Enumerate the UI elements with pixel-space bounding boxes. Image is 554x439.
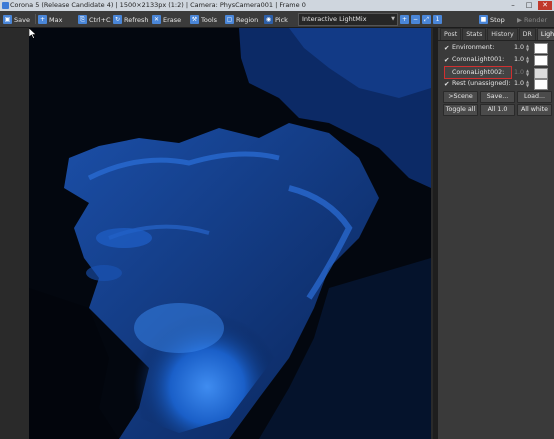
stop-icon: ■ [479, 15, 488, 24]
lightmix-row-rest: ✔ Rest (unassigned): 1.0 ▲ ▼ [442, 79, 552, 90]
region-button[interactable]: ▢ Region [225, 14, 258, 25]
tab-lightmix[interactable]: LightMix [536, 28, 554, 40]
copy-button[interactable]: ⎘ Ctrl+C [78, 14, 111, 25]
mouse-cursor-icon [29, 28, 37, 39]
region-label: Region [236, 15, 259, 24]
tools-label: Tools [201, 15, 218, 24]
tab-history[interactable]: History [487, 28, 518, 40]
coronalight001-label: CoronaLight001: [452, 56, 505, 63]
zoom-fit-icon: ⤢ [422, 15, 431, 24]
tools-icon: ⚒ [190, 15, 199, 24]
load-lightmix-button[interactable]: Load... [517, 91, 552, 103]
all-white-button[interactable]: All white [517, 104, 552, 116]
rest-checkbox[interactable]: ✔ [444, 79, 449, 89]
erase-icon: ✕ [152, 15, 161, 24]
window-title: Corona 5 (Release Candidate 4) | 1500×21… [10, 1, 306, 9]
environment-color-swatch[interactable] [534, 43, 548, 54]
rest-label: Rest (unassigned): [452, 80, 511, 87]
coronalight001-intensity[interactable]: 1.0 [514, 55, 524, 65]
refresh-label: Refresh [124, 15, 149, 24]
rest-spinner[interactable]: ▲ ▼ [526, 80, 529, 88]
pick-icon: ◉ [264, 15, 273, 24]
vfb-toolbar: ▣ Save + Max ⎘ Ctrl+C ↻ Refresh ✕ Erase … [0, 11, 554, 28]
pick-label: Pick [275, 15, 288, 24]
coronalight001-spinner[interactable]: ▲ ▼ [526, 56, 529, 64]
save-icon: ▣ [3, 15, 12, 24]
region-icon: ▢ [225, 15, 234, 24]
coronalight002-color-swatch[interactable] [534, 68, 548, 79]
minimize-button[interactable]: – [506, 1, 520, 10]
tab-divider [438, 40, 554, 41]
tools-button[interactable]: ⚒ Tools [190, 14, 217, 25]
toolbar-divider [35, 14, 36, 24]
play-icon: ▶ [517, 15, 522, 24]
erase-button[interactable]: ✕ Erase [152, 14, 181, 25]
environment-checkbox[interactable]: ✔ [444, 43, 449, 53]
zoom-reset-button[interactable]: 1 [433, 14, 442, 25]
environment-spinner[interactable]: ▲ ▼ [526, 44, 529, 52]
tab-post[interactable]: Post [440, 28, 462, 40]
lightmix-row-environment: ✔ Environment: 1.0 ▲ ▼ [442, 43, 552, 54]
lightmix-row-coronalight001: ✔ CoronaLight001: 1.0 ▲ ▼ [442, 55, 552, 66]
save-lightmix-button[interactable]: Save... [480, 91, 515, 103]
save-button[interactable]: ▣ Save [3, 14, 30, 25]
copy-label: Ctrl+C [89, 15, 111, 24]
rest-color-swatch[interactable] [534, 79, 548, 90]
side-panel: Post Stats History DR LightMix ✔ Environ… [438, 28, 554, 439]
toggle-all-button[interactable]: Toggle all [443, 104, 478, 116]
refresh-icon: ↻ [113, 15, 122, 24]
save-label: Save [14, 15, 30, 24]
coronalight002-label[interactable]: CoronaLight002: [444, 66, 513, 79]
zoom-reset-icon: 1 [433, 15, 442, 24]
coronalight002-spinner[interactable]: ▲ ▼ [526, 69, 529, 77]
zoom-in-icon: + [400, 15, 409, 24]
stop-button[interactable]: ■ Stop [479, 14, 505, 25]
title-bar: Corona 5 (Release Candidate 4) | 1500×21… [0, 0, 554, 11]
corona-app-icon [2, 2, 9, 9]
environment-intensity[interactable]: 1.0 [514, 43, 524, 53]
erase-label: Erase [163, 15, 182, 24]
pick-button[interactable]: ◉ Pick [264, 14, 288, 25]
zoom-out-icon: − [411, 15, 420, 24]
render-element-value: Interactive LightMix [302, 15, 367, 23]
zoom-in-button[interactable]: + [400, 14, 409, 25]
coronalight001-checkbox[interactable]: ✔ [444, 55, 449, 65]
all-one-button[interactable]: All 1.0 [480, 104, 515, 116]
max-button[interactable]: + Max [38, 14, 62, 25]
zoom-out-button[interactable]: − [411, 14, 420, 25]
max-label: Max [49, 15, 63, 24]
lightmix-row-coronalight002: CoronaLight002: 1.0 ▲ ▼ [442, 66, 552, 79]
to-scene-button[interactable]: >Scene [443, 91, 478, 103]
maximize-button[interactable]: □ [522, 1, 536, 10]
coronalight002-intensity[interactable]: 1.0 [514, 68, 524, 78]
tab-stats[interactable]: Stats [462, 28, 487, 40]
rest-intensity[interactable]: 1.0 [514, 79, 524, 89]
window-controls: – □ ✕ [506, 1, 552, 10]
refresh-button[interactable]: ↻ Refresh [113, 14, 149, 25]
zoom-fit-button[interactable]: ⤢ [422, 14, 431, 25]
rendered-image [29, 28, 431, 439]
coronalight001-color-swatch[interactable] [534, 55, 548, 66]
max-icon: + [38, 15, 47, 24]
tab-dr[interactable]: DR [518, 28, 536, 40]
rendered-scene-graphic [29, 28, 431, 439]
stop-label: Stop [490, 15, 505, 24]
chevron-down-icon: ▼ [391, 16, 395, 22]
environment-label: Environment: [452, 44, 495, 51]
copy-icon: ⎘ [78, 15, 87, 24]
render-button[interactable]: ▶ Render [517, 14, 547, 25]
render-label: Render [524, 15, 548, 24]
close-button[interactable]: ✕ [538, 1, 552, 10]
panel-tabs: Post Stats History DR LightMix [440, 28, 554, 40]
render-element-dropdown[interactable]: Interactive LightMix ▼ [298, 13, 398, 26]
